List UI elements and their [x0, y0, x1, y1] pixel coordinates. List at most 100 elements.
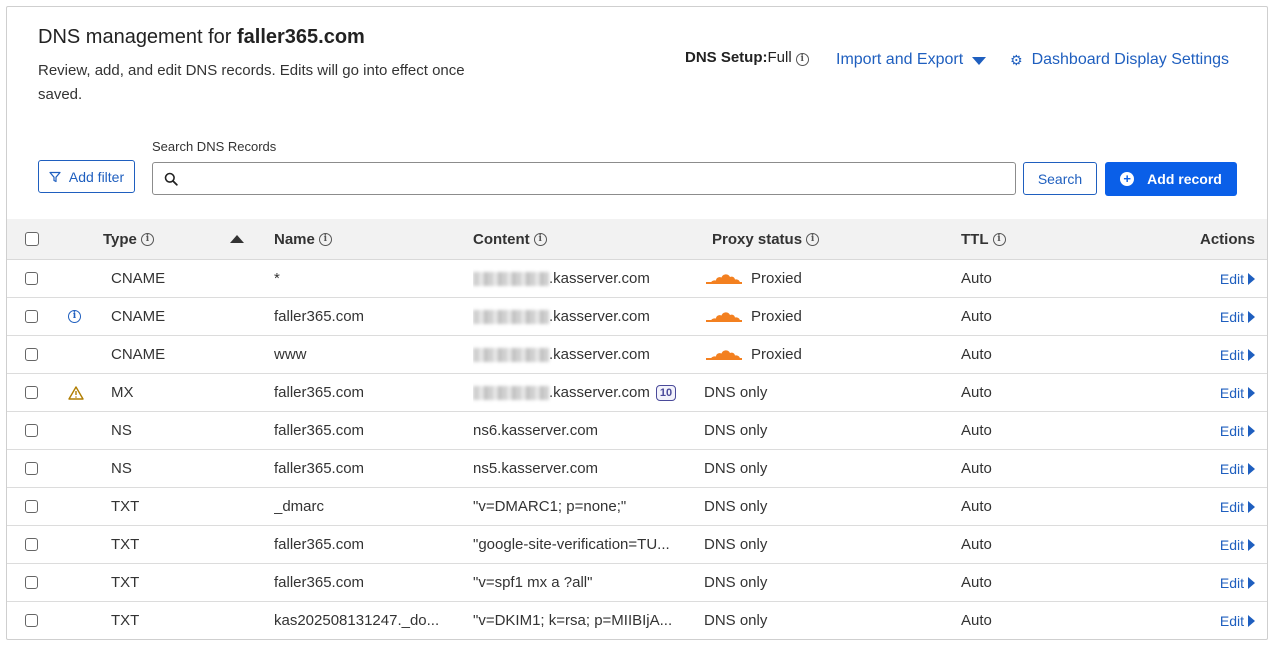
- record-name: faller365.com: [274, 564, 454, 601]
- proxied-cloud-icon: [706, 349, 742, 360]
- record-name-value: www: [274, 346, 307, 363]
- row-checkbox[interactable]: [25, 272, 38, 285]
- record-name: kas202508131247._do...: [274, 602, 454, 639]
- search-button-label: Search: [1037, 170, 1083, 187]
- edit-link[interactable]: Edit: [1220, 526, 1255, 563]
- redacted-content: [473, 309, 549, 324]
- record-ttl: Auto: [961, 460, 992, 477]
- dashboard-display-settings-link[interactable]: ⚙ Dashboard Display Settings: [1010, 51, 1229, 69]
- search-button[interactable]: Search: [1023, 162, 1097, 195]
- record-content: .kasserver.com: [473, 336, 695, 373]
- column-header-actions: Actions: [1200, 219, 1255, 259]
- content-value: .kasserver.com: [549, 346, 650, 363]
- info-icon[interactable]: i: [318, 232, 332, 246]
- record-ttl: Auto: [961, 308, 992, 325]
- select-all-checkbox[interactable]: [25, 232, 39, 246]
- redacted-content: [473, 271, 549, 286]
- page-description: Review, add, and edit DNS records. Edits…: [38, 62, 465, 103]
- proxy-status-label: DNS only: [704, 384, 768, 401]
- table-row[interactable]: TXT _dmarc "v=DMARC1; p=none;" DNS only Auto…: [7, 488, 1267, 526]
- content-value: .kasserver.com: [549, 270, 650, 287]
- proxied-cloud-icon: [706, 311, 742, 322]
- record-name: _dmarc: [274, 488, 454, 525]
- column-header-proxy-status[interactable]: Proxy status i: [712, 219, 820, 259]
- row-checkbox[interactable]: [25, 310, 38, 323]
- edit-link[interactable]: Edit: [1220, 602, 1255, 639]
- edit-link[interactable]: Edit: [1220, 374, 1255, 411]
- record-type: MX: [111, 384, 134, 401]
- row-checkbox[interactable]: [25, 348, 38, 361]
- info-icon[interactable]: i: [795, 53, 809, 66]
- table-row[interactable]: CNAME www .kasserver.com Proxied Auto Edit: [7, 336, 1267, 374]
- row-checkbox[interactable]: [25, 424, 38, 437]
- edit-link[interactable]: Edit: [1220, 260, 1255, 297]
- record-name-value: faller365.com: [274, 460, 365, 477]
- table-row[interactable]: i CNAME faller365.com .kasserver.com Proxied…: [7, 298, 1267, 336]
- info-icon[interactable]: i: [992, 232, 1006, 246]
- info-icon[interactable]: i: [533, 232, 547, 246]
- caret-right-icon: [1248, 310, 1255, 323]
- table-row[interactable]: NS faller365.com ns6.kasserver.com DNS only…: [7, 412, 1267, 450]
- row-select-cell: [25, 526, 38, 563]
- row-checkbox[interactable]: [25, 614, 38, 627]
- record-ttl: Auto: [961, 384, 992, 401]
- proxy-status: DNS only: [704, 564, 767, 601]
- edit-link[interactable]: Edit: [1220, 298, 1255, 335]
- record-name: faller365.com: [274, 298, 454, 335]
- info-icon[interactable]: i: [68, 310, 81, 323]
- info-icon[interactable]: i: [140, 232, 154, 246]
- row-checkbox[interactable]: [25, 386, 38, 399]
- sort-ascending-icon[interactable]: [230, 219, 244, 259]
- record-type: NS: [111, 460, 132, 477]
- row-checkbox[interactable]: [25, 576, 38, 589]
- record-content: .kasserver.com: [473, 298, 695, 335]
- edit-link[interactable]: Edit: [1220, 336, 1255, 373]
- proxy-status: Proxied: [706, 336, 802, 373]
- add-filter-button[interactable]: Add filter: [38, 160, 135, 193]
- record-name: faller365.com: [274, 450, 454, 487]
- column-header-content[interactable]: Content i: [473, 219, 695, 259]
- search-input[interactable]: [184, 163, 1015, 194]
- record-name: www: [274, 336, 454, 373]
- record-ttl: Auto: [961, 346, 992, 363]
- record-type: TXT: [111, 536, 140, 553]
- edit-link[interactable]: Edit: [1220, 450, 1255, 487]
- edit-link[interactable]: Edit: [1220, 412, 1255, 449]
- table-row[interactable]: TXT kas202508131247._do... "v=DKIM1; k=rsa…: [7, 602, 1267, 639]
- type-header-label: Type: [103, 230, 137, 248]
- table-row[interactable]: TXT faller365.com "v=spf1 mx a ?all" DNS on…: [7, 564, 1267, 602]
- caret-right-icon: [1248, 348, 1255, 361]
- search-field[interactable]: [152, 162, 1016, 195]
- column-header-type[interactable]: Type i: [103, 219, 154, 259]
- row-checkbox[interactable]: [25, 500, 38, 513]
- edit-label: Edit: [1219, 384, 1244, 401]
- table-row[interactable]: MX faller365.com .kasserver.com 10 DNS only A…: [7, 374, 1267, 412]
- record-type: CNAME: [111, 346, 166, 363]
- column-header-ttl[interactable]: TTL i: [961, 219, 1006, 259]
- caret-right-icon: [1248, 614, 1255, 627]
- title-prefix: DNS management for: [38, 26, 232, 48]
- edit-link[interactable]: Edit: [1220, 488, 1255, 525]
- column-header-name[interactable]: Name i: [274, 219, 332, 259]
- table-row[interactable]: NS faller365.com ns5.kasserver.com DNS only…: [7, 450, 1267, 488]
- record-name-value: faller365.com: [274, 422, 365, 439]
- proxy-status-label: DNS only: [704, 422, 768, 439]
- proxy-status: Proxied: [706, 260, 802, 297]
- record-name-value: *: [274, 270, 280, 287]
- record-content: "v=spf1 mx a ?all": [473, 564, 695, 601]
- table-row[interactable]: TXT faller365.com "google-site-verificatio…: [7, 526, 1267, 564]
- warning-icon[interactable]: [68, 385, 84, 400]
- row-select-cell: [25, 450, 38, 487]
- info-icon[interactable]: i: [806, 232, 820, 246]
- proxy-status-label: Proxied: [751, 308, 802, 325]
- add-record-button[interactable]: + Add record: [1105, 162, 1237, 196]
- record-type: NS: [111, 422, 132, 439]
- table-row[interactable]: CNAME * .kasserver.com Proxied Auto Edit: [7, 260, 1267, 298]
- import-export-dropdown[interactable]: Import and Export: [836, 51, 987, 69]
- edit-link[interactable]: Edit: [1220, 564, 1255, 601]
- content-value: "v=spf1 mx a ?all": [473, 574, 593, 591]
- row-checkbox[interactable]: [25, 462, 38, 475]
- edit-label: Edit: [1219, 612, 1244, 629]
- record-content: .kasserver.com: [473, 260, 695, 297]
- row-checkbox[interactable]: [25, 538, 38, 551]
